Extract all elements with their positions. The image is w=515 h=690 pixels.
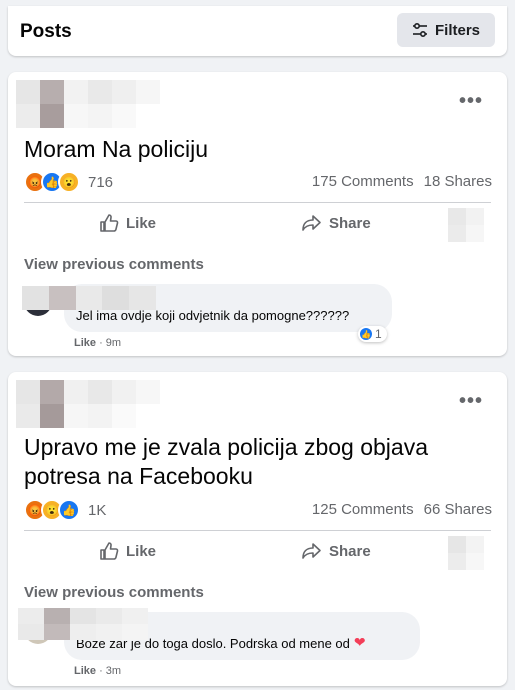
- profile-avatar-pixelated[interactable]: [448, 208, 484, 242]
- post-stats: 125 Comments 66 Shares: [312, 501, 492, 518]
- thumbs-up-icon: [100, 542, 119, 560]
- like-label: Like: [126, 542, 157, 560]
- comment-text: Jel ima ovdje koji odvjetnik da pomogne?…: [76, 308, 350, 323]
- post-stats: 175 Comments 18 Shares: [312, 173, 492, 190]
- comment-like-button[interactable]: Like: [74, 337, 96, 349]
- like-label: Like: [126, 214, 157, 232]
- commenter-name-pixelated[interactable]: [18, 608, 148, 640]
- filters-label: Filters: [434, 21, 480, 39]
- comment-meta: Like · 9m: [74, 337, 121, 349]
- author-avatar-pixelated[interactable]: [16, 380, 160, 428]
- page-title: Posts: [20, 21, 72, 42]
- reaction-count: 1K: [88, 501, 107, 519]
- comment-reaction-count: 1: [375, 327, 382, 341]
- divider: [24, 202, 491, 203]
- more-options-icon[interactable]: •••: [459, 90, 483, 113]
- share-arrow-icon: [302, 215, 321, 231]
- share-label: Share: [329, 214, 371, 232]
- wow-reaction-icon: 😮: [58, 171, 80, 193]
- comments-count[interactable]: 175 Comments: [312, 173, 414, 190]
- comment-time: · 9m: [96, 337, 122, 349]
- post-card: ••• Moram Na policiju 😡 👍 😮 716 175 Comm…: [8, 72, 507, 356]
- like-button[interactable]: Like: [99, 541, 156, 561]
- reactions-summary[interactable]: 😡 😮 👍 1K: [24, 499, 106, 521]
- like-button[interactable]: Like: [99, 213, 156, 233]
- view-previous-comments[interactable]: View previous comments: [24, 584, 204, 601]
- post-text: Upravo me je zvala policija zbog objava …: [24, 434, 428, 489]
- filters-button[interactable]: Filters: [397, 13, 495, 47]
- like-reaction-icon: 👍: [58, 499, 80, 521]
- view-previous-comments[interactable]: View previous comments: [24, 256, 204, 273]
- heart-icon: ❤: [353, 634, 366, 650]
- comments-count[interactable]: 125 Comments: [312, 501, 414, 518]
- posts-header: Posts Filters: [8, 6, 507, 56]
- thumbs-up-icon: [100, 214, 119, 232]
- author-avatar-pixelated[interactable]: [16, 80, 160, 128]
- reactions-summary[interactable]: 😡 👍 😮 716: [24, 171, 113, 193]
- like-reaction-icon: 👍: [360, 328, 372, 340]
- post-card: ••• Upravo me je zvala policija zbog obj…: [8, 372, 507, 686]
- more-options-icon[interactable]: •••: [459, 390, 483, 413]
- shares-count[interactable]: 18 Shares: [424, 173, 492, 190]
- profile-avatar-pixelated[interactable]: [448, 536, 484, 570]
- shares-count[interactable]: 66 Shares: [424, 501, 492, 518]
- share-button[interactable]: Share: [302, 213, 371, 233]
- divider: [24, 530, 491, 531]
- share-label: Share: [329, 542, 371, 560]
- comment-like-button[interactable]: Like: [74, 665, 96, 677]
- comment-time: · 3m: [96, 665, 122, 677]
- comment-reactions[interactable]: 👍 1: [358, 326, 387, 342]
- share-button[interactable]: Share: [302, 541, 371, 561]
- post-text: Moram Na policiju: [24, 136, 209, 162]
- commenter-name-pixelated[interactable]: [22, 286, 156, 310]
- reaction-count: 716: [88, 173, 114, 191]
- comment-meta: Like · 3m: [74, 665, 121, 677]
- share-arrow-icon: [302, 543, 321, 559]
- sliders-icon: [412, 23, 427, 37]
